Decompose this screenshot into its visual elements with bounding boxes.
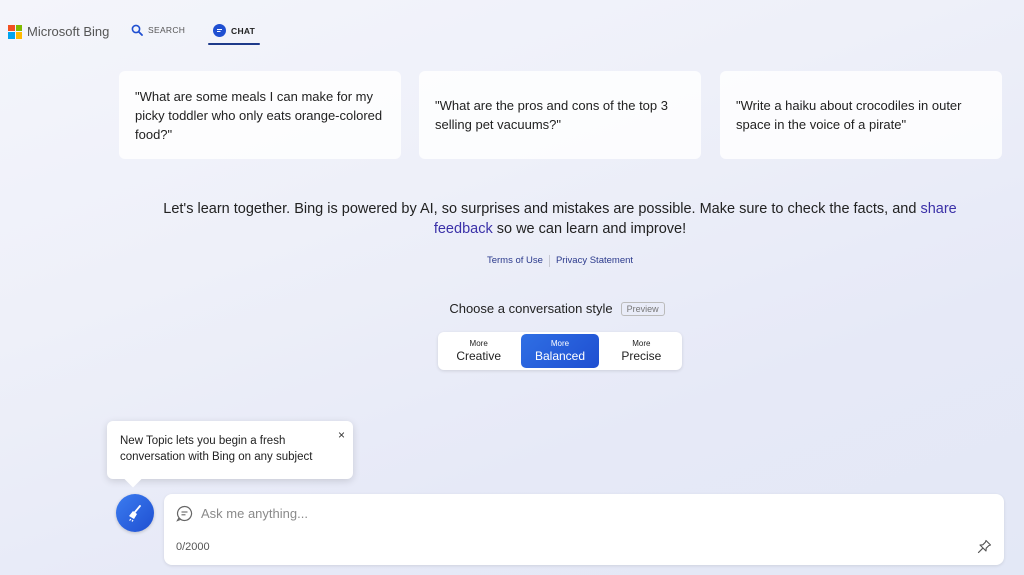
terms-of-use-link[interactable]: Terms of Use bbox=[481, 255, 549, 267]
chat-icon bbox=[213, 24, 226, 37]
style-name: Balanced bbox=[534, 349, 586, 363]
tab-chat-label: CHAT bbox=[231, 25, 256, 36]
top-navigation: Microsoft Bing SEARCH CHAT bbox=[0, 0, 1024, 60]
new-topic-tooltip: New Topic lets you begin a fresh convers… bbox=[107, 421, 353, 479]
style-balanced-button[interactable]: More Balanced bbox=[521, 334, 599, 368]
preview-badge: Preview bbox=[620, 301, 665, 316]
suggestion-card-2[interactable]: "What are the pros and cons of the top 3… bbox=[419, 71, 701, 159]
style-name: Precise bbox=[621, 349, 662, 363]
broom-icon bbox=[129, 505, 141, 522]
chat-bubble-icon bbox=[176, 505, 193, 522]
tab-search-label: SEARCH bbox=[148, 25, 186, 35]
suggestion-text: "What are some meals I can make for my p… bbox=[135, 88, 383, 142]
new-topic-button[interactable] bbox=[116, 494, 154, 532]
ask-input[interactable] bbox=[201, 502, 961, 524]
disclaimer-text-end: so we can learn and improve! bbox=[492, 221, 687, 237]
style-name: Creative bbox=[456, 349, 501, 363]
active-tab-indicator bbox=[208, 43, 260, 45]
tab-search[interactable]: SEARCH bbox=[131, 24, 185, 36]
style-prefix: More bbox=[469, 339, 488, 348]
close-icon[interactable]: × bbox=[338, 427, 345, 443]
disclaimer-text: Let's learn together. Bing is powered by… bbox=[163, 201, 921, 217]
style-precise-button[interactable]: More Precise bbox=[603, 334, 680, 368]
suggestion-card-3[interactable]: "Write a haiku about crocodiles in outer… bbox=[720, 71, 1002, 159]
conversation-style-header: Choose a conversation style Preview bbox=[0, 301, 1024, 316]
brand-name: Microsoft Bing bbox=[27, 24, 110, 39]
style-creative-button[interactable]: More Creative bbox=[440, 334, 517, 368]
style-prefix: More bbox=[550, 339, 570, 348]
privacy-statement-link[interactable]: Privacy Statement bbox=[550, 255, 639, 267]
legal-links: Terms of Use Privacy Statement bbox=[0, 255, 1024, 267]
suggestion-text: "Write a haiku about crocodiles in outer… bbox=[736, 98, 962, 132]
chat-composer: 0/2000 bbox=[164, 494, 1004, 565]
search-icon bbox=[131, 24, 143, 36]
bing-logo[interactable]: Microsoft Bing bbox=[8, 24, 109, 39]
suggestion-text: "What are the pros and cons of the top 3… bbox=[435, 98, 668, 132]
character-counter: 0/2000 bbox=[176, 541, 210, 553]
microsoft-logo-icon bbox=[8, 24, 22, 39]
conversation-style-selector: More Creative More Balanced More Precise bbox=[438, 332, 682, 370]
pin-icon[interactable] bbox=[977, 539, 992, 554]
conversation-style-label: Choose a conversation style bbox=[449, 301, 613, 316]
tab-chat[interactable]: CHAT bbox=[213, 24, 255, 37]
ai-disclaimer: Let's learn together. Bing is powered by… bbox=[150, 199, 970, 239]
tooltip-text: New Topic lets you begin a fresh convers… bbox=[120, 435, 313, 463]
suggestion-card-1[interactable]: "What are some meals I can make for my p… bbox=[119, 71, 401, 159]
style-prefix: More bbox=[632, 339, 651, 348]
